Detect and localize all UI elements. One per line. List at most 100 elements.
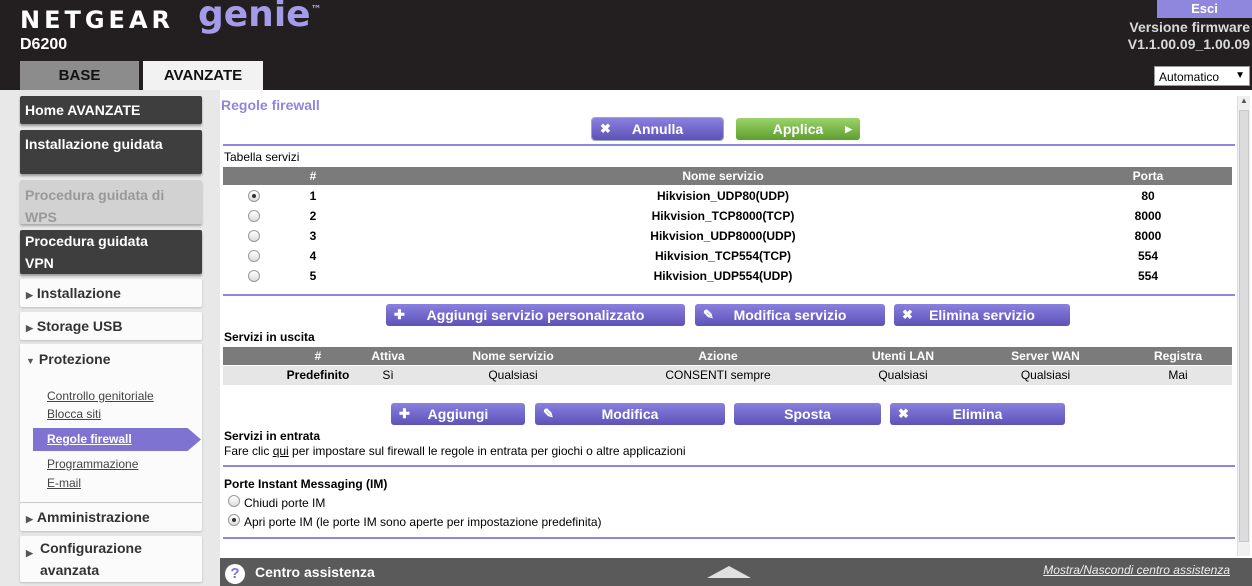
- row-port: 8000: [1134, 229, 1162, 243]
- row-radio[interactable]: [248, 230, 260, 242]
- sidebar-item-home[interactable]: Home AVANZATE: [20, 96, 202, 124]
- delete-label: Elimina: [952, 406, 1003, 422]
- close-icon: ✖: [600, 121, 611, 136]
- col-lan-users: Utenti LAN: [872, 349, 934, 363]
- edit-service-button[interactable]: ✎ Modifica servizio: [695, 304, 885, 326]
- open-im-ports-label: Apri porte IM (le porte IM sono aperte p…: [244, 515, 602, 529]
- logout-button[interactable]: Esci: [1157, 0, 1252, 18]
- col-service-name: Nome servizio: [472, 349, 554, 363]
- close-im-ports-radio[interactable]: [228, 495, 240, 507]
- scrollbar-thumb[interactable]: [1239, 110, 1249, 542]
- administration-label: Amministrazione: [36, 509, 150, 525]
- vertical-scrollbar[interactable]: ▲: [1237, 96, 1250, 556]
- sidebar-link-email[interactable]: E-mail: [47, 476, 81, 490]
- col-service-name: Nome servizio: [682, 169, 764, 183]
- divider: [223, 465, 1235, 467]
- row-number: 3: [309, 229, 317, 243]
- sidebar-link-schedule[interactable]: Programmazione: [47, 457, 138, 471]
- move-label: Sposta: [784, 406, 831, 422]
- sidebar-item-administration[interactable]: ▶ Amministrazione: [20, 503, 202, 531]
- chevron-up-icon[interactable]: [707, 566, 751, 578]
- language-select[interactable]: Automatico ▼: [1154, 66, 1250, 86]
- divider: [223, 144, 1235, 146]
- sidebar-item-setup[interactable]: ▶ Installazione: [20, 279, 202, 307]
- sidebar-item-security[interactable]: ▼ Protezione: [20, 345, 202, 373]
- inbound-here-link[interactable]: qui: [273, 444, 289, 458]
- services-table-header: # Nome servizio Porta: [223, 167, 1232, 185]
- main-content: [220, 90, 1252, 586]
- table-row[interactable]: 4 Hikvision_TCP554(TCP) 554: [223, 246, 1232, 266]
- divider: [223, 537, 1235, 539]
- table-row[interactable]: 2 Hikvision_TCP8000(TCP) 8000: [223, 206, 1232, 226]
- row-number: 4: [309, 249, 317, 263]
- table-row[interactable]: 5 Hikvision_UDP554(UDP) 554: [223, 266, 1232, 286]
- chevron-right-icon: ▶: [26, 548, 33, 558]
- tab-advanced[interactable]: AVANZATE: [143, 61, 263, 90]
- add-custom-service-label: Aggiungi servizio personalizzato: [426, 307, 645, 323]
- cancel-button[interactable]: ✖ Annulla: [591, 117, 724, 141]
- close-icon: ✖: [898, 406, 909, 421]
- chevron-right-icon: ▶: [26, 514, 33, 524]
- firmware-label: Versione firmware: [1129, 19, 1250, 35]
- outbound-table-header: # Attiva Nome servizio Azione Utenti LAN…: [223, 347, 1232, 365]
- advanced-setup-line2: avanzata: [40, 562, 100, 578]
- chevron-right-icon: ▶: [26, 323, 33, 333]
- add-custom-service-button[interactable]: ✚ Aggiungi servizio personalizzato: [386, 304, 685, 326]
- row-radio[interactable]: [248, 190, 260, 202]
- move-button[interactable]: Sposta: [734, 403, 881, 425]
- sidebar-link-parental-control[interactable]: Controllo genitoriale: [47, 389, 154, 403]
- row-number: 2: [309, 209, 317, 223]
- inbound-label: Servizi in entrata: [224, 429, 321, 443]
- table-row[interactable]: 1 Hikvision_UDP80(UDP) 80: [223, 186, 1232, 206]
- chevron-right-icon: ▶: [26, 290, 33, 300]
- firmware-version: V1.1.00.09_1.00.09: [1127, 36, 1250, 52]
- services-table-label: Tabella servizi: [224, 150, 300, 164]
- apply-button[interactable]: Applica ▶: [736, 118, 860, 140]
- row-radio[interactable]: [248, 210, 260, 222]
- security-label: Protezione: [38, 351, 111, 367]
- table-row[interactable]: 3 Hikvision_UDP8000(UDP) 8000: [223, 226, 1232, 246]
- edit-button[interactable]: ✎ Modifica: [535, 403, 725, 425]
- row-enabled: Sì: [382, 368, 394, 382]
- row-radio[interactable]: [248, 270, 260, 282]
- open-im-ports-radio[interactable]: [228, 514, 240, 526]
- col-number: #: [314, 349, 322, 363]
- toggle-help-center-link[interactable]: Mostra/Nascondi centro assistenza: [1043, 563, 1230, 577]
- row-service-name: Hikvision_TCP8000(TCP): [651, 209, 795, 223]
- plus-icon: ✚: [394, 307, 405, 322]
- row-action: CONSENTI sempre: [665, 368, 771, 382]
- sidebar-link-block-sites[interactable]: Blocca siti: [47, 407, 101, 421]
- wps-wizard-line2: WPS: [25, 209, 57, 225]
- row-port: 8000: [1134, 209, 1162, 223]
- sidebar-item-usb-storage[interactable]: ▶ Storage USB: [20, 312, 202, 340]
- inbound-text-before: Fare clic: [224, 444, 273, 458]
- row-log: Mai: [1168, 368, 1188, 382]
- vpn-wizard-line1: Procedura guidata: [25, 233, 148, 249]
- row-service-name: Hikvision_UDP80(UDP): [656, 189, 790, 203]
- row-radio[interactable]: [248, 250, 260, 262]
- delete-button[interactable]: ✖ Elimina: [890, 403, 1065, 425]
- inbound-text-after: per impostare sul firewall le regole in …: [288, 444, 686, 458]
- col-port: Porta: [1132, 169, 1164, 183]
- sidebar-item-vpn-wizard[interactable]: Procedura guidata VPN: [20, 230, 202, 274]
- sidebar-item-setup-wizard[interactable]: Installazione guidata: [20, 130, 202, 174]
- row-lan-users: Qualsiasi: [878, 368, 928, 382]
- inbound-description: Fare clic qui per impostare sul firewall…: [224, 444, 686, 458]
- row-service-name: Hikvision_TCP554(TCP): [654, 249, 792, 263]
- outbound-label: Servizi in uscita: [224, 330, 315, 344]
- help-center-bar: ? Centro assistenza Mostra/Nascondi cent…: [220, 558, 1252, 586]
- sidebar-link-firewall-rules[interactable]: Regole firewall: [33, 428, 201, 451]
- table-row[interactable]: Predefinito Sì Qualsiasi CONSENTI sempre…: [223, 366, 1232, 385]
- scroll-up-icon[interactable]: ▲: [1238, 96, 1250, 105]
- language-selected-value: Automatico: [1159, 70, 1220, 84]
- close-icon: ✖: [902, 307, 913, 322]
- delete-service-button[interactable]: ✖ Elimina servizio: [894, 304, 1070, 326]
- tab-basic[interactable]: BASE: [20, 61, 139, 90]
- add-button[interactable]: ✚ Aggiungi: [391, 403, 525, 425]
- col-log: Registra: [1153, 349, 1203, 363]
- row-port: 554: [1137, 249, 1159, 263]
- netgear-logo: NETGEAR: [20, 6, 174, 34]
- col-action: Azione: [698, 349, 738, 363]
- col-number: #: [309, 169, 317, 183]
- sidebar-item-advanced-setup[interactable]: ▶ Configurazione avanzata: [20, 536, 202, 582]
